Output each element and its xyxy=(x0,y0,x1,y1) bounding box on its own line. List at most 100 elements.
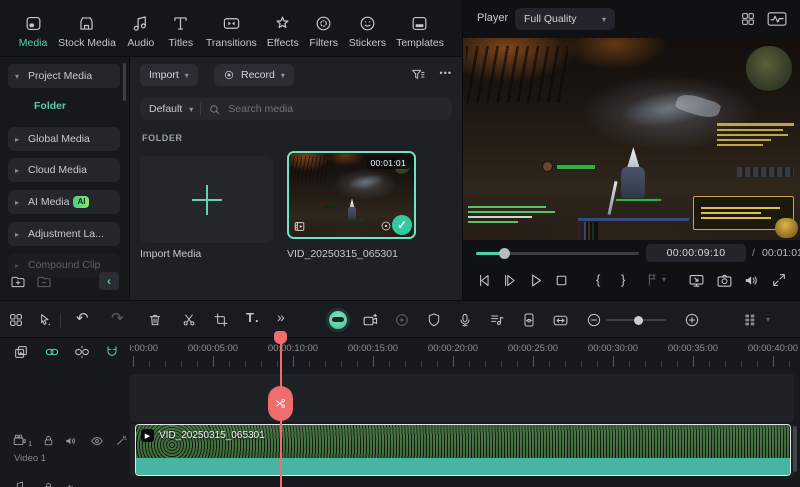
layout-grid-icon[interactable] xyxy=(740,11,756,27)
tab-filters[interactable]: Filters xyxy=(309,14,339,49)
tab-transitions[interactable]: Transitions xyxy=(206,14,257,49)
empty-track-lane[interactable] xyxy=(130,374,794,422)
playhead-split-button[interactable] xyxy=(268,386,293,421)
track-manager-icon[interactable] xyxy=(742,312,758,328)
selected-check-icon: ✓ xyxy=(392,215,412,235)
mute-track-icon[interactable] xyxy=(64,481,78,487)
tab-stock-media[interactable]: Stock Media xyxy=(58,14,116,49)
tab-templates[interactable]: Templates xyxy=(396,14,444,49)
display-output-button[interactable] xyxy=(688,272,705,289)
tab-titles[interactable]: Titles xyxy=(166,14,196,49)
more-tools-button[interactable]: » xyxy=(277,309,285,325)
lock-track-icon[interactable] xyxy=(42,481,55,487)
chevron-down-icon: ▾ xyxy=(15,72,28,81)
split-scissors-button[interactable] xyxy=(181,312,197,328)
import-media-tile[interactable] xyxy=(140,156,273,243)
sidebar-subitem-folder[interactable]: Folder xyxy=(34,100,66,112)
chevron-down-icon[interactable]: ▾ xyxy=(766,315,770,324)
preview-render-button[interactable] xyxy=(394,312,410,328)
zoom-slider[interactable] xyxy=(606,319,666,321)
filmora-window: Media Stock Media Audio Titles Transitio… xyxy=(0,0,800,487)
timecode-separator: / xyxy=(752,247,755,259)
timeline-toolbar: ↶ ↷ T. » ▾ xyxy=(0,300,800,338)
new-folder-icon[interactable] xyxy=(10,274,26,290)
mute-track-icon[interactable] xyxy=(64,434,78,448)
lock-track-icon[interactable] xyxy=(42,434,55,447)
chevron-down-icon[interactable]: ▾ xyxy=(662,275,666,284)
hide-track-icon[interactable] xyxy=(90,434,104,448)
delete-button[interactable] xyxy=(147,312,163,328)
undo-button[interactable]: ↶ xyxy=(76,309,89,327)
fit-timeline-button[interactable] xyxy=(552,312,569,329)
seek-bar[interactable] xyxy=(476,252,639,255)
preview-video[interactable] xyxy=(463,38,800,240)
add-camera-record-button[interactable] xyxy=(362,312,379,329)
ruler-label: 00:00:15:00 xyxy=(348,343,398,354)
stop-button[interactable] xyxy=(553,272,570,289)
marker-flag-icon[interactable] xyxy=(645,272,660,287)
media-clip-thumbnail[interactable]: 00:01:01 ✓ xyxy=(287,151,416,239)
next-frame-button[interactable] xyxy=(501,272,518,289)
film-icon xyxy=(293,220,306,233)
device-preview-button[interactable] xyxy=(521,312,537,328)
mark-in-button[interactable]: { xyxy=(596,272,600,287)
workspace-layout-icon[interactable] xyxy=(8,312,24,328)
seek-handle[interactable] xyxy=(499,248,510,259)
tab-media[interactable]: Media xyxy=(18,14,48,49)
shield-copyright-button[interactable] xyxy=(426,312,442,328)
sidebar-item-adjustment-layer[interactable]: ▸ Adjustment La... xyxy=(8,222,120,246)
link-clips-icon[interactable] xyxy=(44,344,60,360)
sidebar-item-project-media[interactable]: ▾ Project Media xyxy=(8,64,120,88)
zoom-in-button[interactable] xyxy=(684,312,700,328)
copy-clip-icon[interactable] xyxy=(13,344,29,360)
sidebar-scrollbar[interactable] xyxy=(123,63,126,101)
tab-effects[interactable]: Effects xyxy=(267,14,299,49)
audio-mixer-button[interactable] xyxy=(489,312,505,328)
sidebar-item-label: Cloud Media xyxy=(28,164,87,176)
collapse-sidebar-button[interactable]: ‹ xyxy=(99,272,119,290)
scopes-icon[interactable] xyxy=(767,11,787,27)
sidebar-item-global-media[interactable]: ▸ Global Media xyxy=(8,127,120,151)
more-options-button[interactable]: ••• xyxy=(440,68,452,78)
search-input[interactable] xyxy=(228,103,443,115)
play-button[interactable] xyxy=(527,272,544,289)
mark-out-button[interactable]: } xyxy=(621,272,625,287)
redo-button[interactable]: ↷ xyxy=(111,309,124,327)
playhead-handle[interactable] xyxy=(274,331,287,344)
ai-assistant-button[interactable] xyxy=(329,311,347,329)
current-timecode: 00:00:09:10 xyxy=(646,244,746,262)
sidebar-item-cloud-media[interactable]: ▸ Cloud Media xyxy=(8,158,120,182)
zoom-slider-handle[interactable] xyxy=(634,316,643,325)
previous-frame-button[interactable] xyxy=(476,272,493,289)
timeline-ruler[interactable]: 00:00:00:00 00:00:05:00 00:00:10:00 00:0… xyxy=(130,340,800,370)
fullscreen-button[interactable] xyxy=(771,272,787,288)
select-cursor-icon[interactable] xyxy=(37,312,53,328)
text-tool-button[interactable]: T. xyxy=(246,310,259,325)
filter-dropdown[interactable]: Default xyxy=(149,103,182,115)
folder-section-label: FOLDER xyxy=(142,133,183,143)
sidebar-item-ai-media[interactable]: ▸ AI Media AI xyxy=(8,190,120,214)
magic-wand-icon[interactable] xyxy=(115,434,128,447)
tab-stickers[interactable]: Stickers xyxy=(349,14,386,49)
game-quest-tracker xyxy=(717,123,795,149)
stock-media-icon xyxy=(77,14,96,33)
unlink-clips-icon[interactable] xyxy=(74,344,90,360)
voiceover-mic-button[interactable] xyxy=(457,312,473,328)
proxy-icon xyxy=(380,220,392,232)
zoom-out-button[interactable] xyxy=(586,312,602,328)
magnet-snap-icon[interactable] xyxy=(104,344,120,360)
filter-funnel-icon[interactable] xyxy=(410,67,426,83)
delete-folder-icon[interactable] xyxy=(36,274,52,290)
media-sidebar: ▾ Project Media Folder ▸ Global Media ▸ … xyxy=(0,57,130,300)
timeline-clip[interactable]: ▶ VID_20250315_065301 xyxy=(135,424,791,476)
tab-audio[interactable]: Audio xyxy=(126,14,156,49)
snapshot-camera-button[interactable] xyxy=(716,272,733,289)
crop-button[interactable] xyxy=(213,312,229,328)
track-name: Video 1 xyxy=(14,453,46,464)
quality-dropdown[interactable]: Full Quality ▾ xyxy=(515,8,615,30)
timeline-scrollbar[interactable] xyxy=(793,426,797,472)
record-button[interactable]: Record ▾ xyxy=(214,64,294,86)
import-button[interactable]: Import ▾ xyxy=(140,64,198,86)
volume-button[interactable] xyxy=(743,272,760,289)
sidebar-item-label: Project Media xyxy=(28,70,92,82)
